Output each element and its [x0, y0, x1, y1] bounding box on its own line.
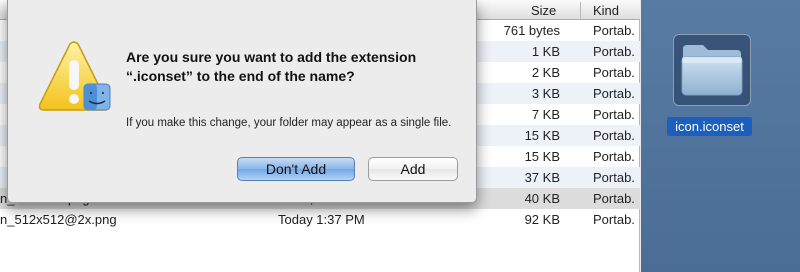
file-kind: Portab.	[593, 170, 635, 185]
column-header-kind[interactable]: Kind	[593, 3, 619, 18]
file-size: 92 KB	[524, 212, 560, 227]
folder-icon[interactable]	[679, 39, 745, 99]
file-kind: Portab.	[593, 149, 635, 164]
file-date: Today 1:37 PM	[278, 212, 365, 227]
dont-add-button[interactable]: Don't Add	[237, 157, 355, 181]
file-kind: Portab.	[593, 128, 635, 143]
column-separator[interactable]	[580, 2, 581, 18]
alert-message: Are you sure you want to add the extensi…	[126, 49, 417, 84]
file-row[interactable]: n_512x512@2x.png Today 1:37 PM 92 KB Portab…	[0, 209, 640, 230]
file-kind: Portab.	[593, 191, 635, 206]
folder-label[interactable]: icon.iconset	[667, 117, 752, 136]
column-header-size[interactable]: Size	[531, 3, 556, 18]
file-kind: Portab.	[593, 65, 635, 80]
file-kind: Portab.	[593, 212, 635, 227]
file-kind: Portab.	[593, 107, 635, 122]
warning-icon	[38, 41, 111, 111]
file-kind: Portab.	[593, 86, 635, 101]
file-kind: Portab.	[593, 44, 635, 59]
add-button[interactable]: Add	[368, 157, 458, 181]
file-name: n_512x512@2x.png	[0, 212, 117, 227]
finder-badge-icon	[83, 83, 111, 111]
alert-informative-text: If you make this change, your folder may…	[126, 117, 452, 129]
file-kind: Portab.	[593, 23, 635, 38]
alert-sheet: Are you sure you want to add the extensi…	[7, 0, 477, 203]
